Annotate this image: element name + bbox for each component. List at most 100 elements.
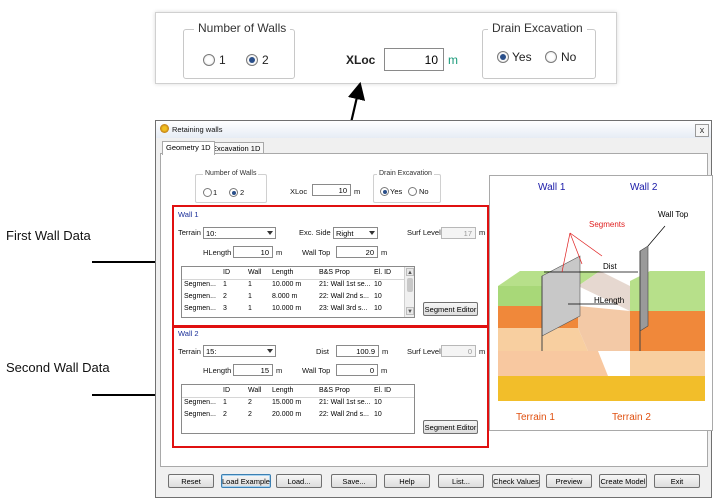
col-wall: Wall: [248, 387, 262, 394]
table-row[interactable]: Segmen... 3 1 10.000 m 23: Wall 3rd s...…: [182, 303, 404, 315]
wall2-dist-unit: m: [382, 347, 389, 356]
col-length: Length: [272, 387, 294, 394]
row-id: 2: [223, 293, 227, 300]
wall2-dist-label: Dist: [316, 347, 329, 356]
list-button[interactable]: List...: [438, 474, 484, 488]
wall2-surf-level-unit: m: [479, 347, 486, 356]
walls-label-2: 2: [240, 188, 245, 197]
row-id: 1: [223, 281, 227, 288]
drain-legend: Drain Excavation: [377, 170, 434, 177]
row-bs-prop: 21: Wall 1st se...: [319, 399, 371, 406]
row-bs-prop: 23: Wall 3rd s...: [319, 305, 368, 312]
close-icon[interactable]: x: [695, 124, 709, 137]
wall2-surf-level-input[interactable]: 0: [441, 345, 476, 357]
row-wall: 2: [248, 399, 252, 406]
row-name: Segmen...: [184, 305, 216, 312]
drain-radio-yes[interactable]: [380, 187, 389, 196]
wall1-terrain-select[interactable]: 10:: [203, 227, 276, 239]
picture-hlength-label: HLength: [594, 296, 625, 305]
wall1-exc-side-select[interactable]: Right: [333, 227, 378, 239]
row-name: Segmen...: [184, 281, 216, 288]
col-id: ID: [223, 387, 230, 394]
xloc-label: XLoc: [290, 187, 308, 196]
wall1-walltop-input[interactable]: 20: [336, 246, 378, 258]
wall2-terrain-select[interactable]: 15:: [203, 345, 276, 357]
walls-legend: Number of Walls: [203, 170, 259, 177]
create-model-button[interactable]: Create Model: [599, 474, 647, 488]
walls-radio-2[interactable]: [229, 188, 238, 197]
table-row[interactable]: Segmen... 2 2 20.000 m 22: Wall 2nd s...…: [182, 409, 414, 421]
picture-dist-label: Dist: [603, 262, 617, 271]
wall2-hlength-unit: m: [276, 366, 283, 375]
row-id: 3: [223, 305, 227, 312]
table-row[interactable]: Segmen... 1 2 15.000 m 21: Wall 1st se..…: [182, 397, 414, 409]
row-length: 10.000 m: [272, 281, 302, 288]
row-el-id: 10: [374, 411, 382, 418]
preview-button[interactable]: Preview: [546, 474, 592, 488]
wall2-dist-input[interactable]: 100.9: [336, 345, 379, 357]
walls-radio-1[interactable]: [203, 188, 212, 197]
scroll-down-icon[interactable]: ▼: [406, 307, 414, 315]
row-name: Segmen...: [184, 399, 216, 406]
row-el-id: 10: [374, 293, 382, 300]
retaining-walls-picture: Wall 1 Wall 2 Segments Wall Top Dist HLe…: [489, 175, 713, 431]
picture-wall2-label: Wall 2: [630, 182, 658, 193]
title-bar: Retaining walls x: [156, 121, 711, 138]
row-el-id: 10: [374, 399, 382, 406]
row-wall: 2: [248, 411, 252, 418]
wall1-grid-scrollbar[interactable]: ▲ ▼: [404, 267, 414, 317]
chevron-down-icon: [267, 231, 273, 235]
row-length: 20.000 m: [272, 411, 302, 418]
wall1-surf-level-unit: m: [479, 228, 486, 237]
tab-geometry-1d[interactable]: Geometry 1D: [162, 141, 215, 155]
picture-walltop-label: Wall Top: [658, 210, 689, 219]
row-wall: 1: [248, 293, 252, 300]
wall2-hlength-input[interactable]: 15: [233, 364, 273, 376]
wall1-segment-editor-button[interactable]: Segment Editor: [423, 302, 478, 316]
wall2-walltop-input[interactable]: 0: [336, 364, 378, 376]
wall2-segment-editor-button[interactable]: Segment Editor: [423, 420, 478, 434]
table-row[interactable]: Segmen... 1 1 10.000 m 21: Wall 1st se..…: [182, 279, 404, 291]
wall1-exc-side-label: Exc. Side: [299, 228, 331, 237]
wall1-grid-body: Segmen... 1 1 10.000 m 21: Wall 1st se..…: [182, 279, 404, 317]
bottom-gold: [498, 376, 705, 401]
terrain1-sand2: [498, 351, 608, 376]
load-button[interactable]: Load...: [276, 474, 322, 488]
wall1-hlength-input[interactable]: 10: [233, 246, 273, 258]
terrain2-sand: [630, 351, 705, 376]
wall1-exc-side-value: Right: [336, 229, 354, 238]
save-button[interactable]: Save...: [331, 474, 377, 488]
col-length: Length: [272, 269, 294, 276]
wall1-walltop-label: Wall Top: [302, 248, 331, 257]
col-bs-prop: B&S Prop: [319, 269, 350, 276]
drain-radio-no[interactable]: [408, 187, 417, 196]
wall2-surf-level-label: Surf Level: [407, 347, 441, 356]
picture-wall1-label: Wall 1: [538, 182, 566, 193]
row-wall: 1: [248, 281, 252, 288]
wall1-walltop-unit: m: [381, 248, 388, 257]
wall1-segments-grid[interactable]: ID Wall Length B&S Prop El. ID Segmen...…: [181, 266, 415, 318]
picture-terrain2-label: Terrain 2: [612, 412, 651, 423]
row-length: 15.000 m: [272, 399, 302, 406]
wall2-segments-grid[interactable]: ID Wall Length B&S Prop El. ID Segmen...…: [181, 384, 415, 434]
wall2-hlength-label: HLength: [203, 366, 232, 375]
table-row[interactable]: Segmen... 2 1 8.000 m 22: Wall 2nd s... …: [182, 291, 404, 303]
wall1-terrain-value: 10:: [206, 229, 217, 238]
app-icon: [160, 124, 169, 133]
scroll-up-icon[interactable]: ▲: [406, 268, 414, 276]
wall2-terrain-value: 15:: [206, 347, 217, 356]
row-el-id: 10: [374, 305, 382, 312]
wall1-title: Wall 1: [176, 210, 201, 219]
scroll-thumb[interactable]: [407, 278, 413, 292]
reset-button[interactable]: Reset: [168, 474, 214, 488]
exit-button[interactable]: Exit: [654, 474, 700, 488]
xloc-input[interactable]: 10: [312, 184, 351, 196]
help-button[interactable]: Help: [384, 474, 430, 488]
row-el-id: 10: [374, 281, 382, 288]
wall1-surf-level-input[interactable]: 17: [441, 227, 476, 239]
check-values-button[interactable]: Check Values: [492, 474, 540, 488]
load-example-button[interactable]: Load Example: [221, 474, 271, 488]
wall1-hlength-unit: m: [276, 248, 283, 257]
wall1-terrain-label: Terrain: [178, 228, 201, 237]
row-bs-prop: 21: Wall 1st se...: [319, 281, 371, 288]
